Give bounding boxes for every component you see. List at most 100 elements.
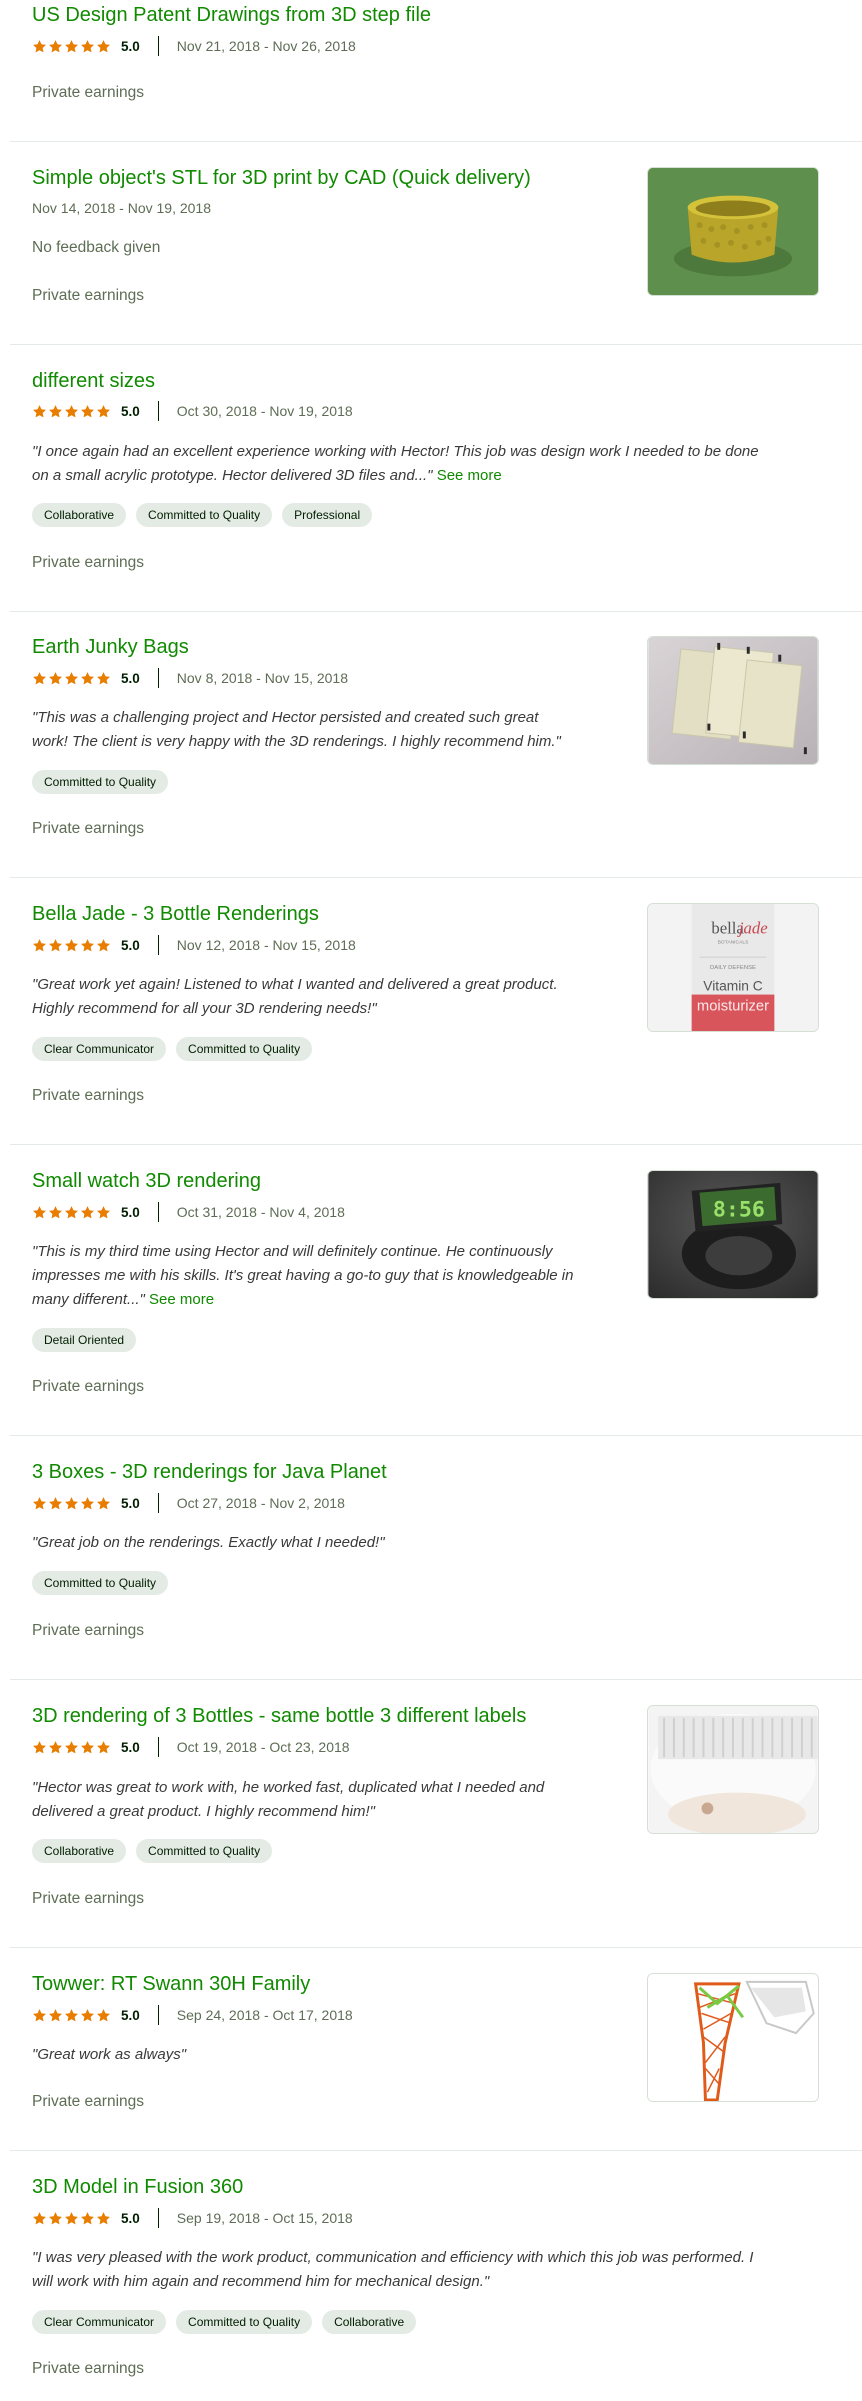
- star-rating: [32, 39, 111, 54]
- star-icon: [64, 1205, 79, 1220]
- skill-tag: Detail Oriented: [32, 1328, 137, 1352]
- skill-tag: Committed to Quality: [32, 770, 169, 794]
- skill-tags: Clear Communicator Committed to Quality: [32, 1037, 313, 1061]
- star-icon: [48, 39, 63, 54]
- bags-render-image: [648, 637, 818, 764]
- star-icon: [80, 938, 95, 953]
- feedback-line: "I was very pleased with the work produc…: [32, 2249, 754, 2266]
- skill-tag: Collaborative: [322, 2310, 417, 2334]
- rating-value: 5.0: [121, 1739, 140, 1755]
- feedback-line: "This is my third time using Hector and …: [32, 1243, 553, 1260]
- item-divider: [10, 141, 862, 142]
- skill-tags: Collaborative Committed to Quality: [32, 1839, 273, 1863]
- rating-value: 5.0: [121, 670, 140, 686]
- feedback-line: "Great work yet again! Listened to what …: [32, 976, 558, 993]
- job-dates: Nov 12, 2018 - Nov 15, 2018: [176, 937, 356, 953]
- job-dates: Oct 31, 2018 - Nov 4, 2018: [176, 1204, 345, 1220]
- meta-divider: [157, 36, 159, 56]
- work-history-list: US Design Patent Drawings from 3D step f…: [0, 0, 862, 2401]
- star-rating: [32, 404, 111, 419]
- job-title-link[interactable]: 3D rendering of 3 Bottles - same bottle …: [32, 1703, 526, 1729]
- project-thumbnail[interactable]: 8:56: [647, 1170, 819, 1299]
- job-dates: Nov 21, 2018 - Nov 26, 2018: [176, 38, 356, 54]
- project-thumbnail[interactable]: [647, 1705, 819, 1834]
- skill-tag: Committed to Quality: [176, 1037, 313, 1061]
- star-icon: [80, 2211, 95, 2226]
- job-title-link[interactable]: 3 Boxes - 3D renderings for Java Planet: [32, 1459, 387, 1485]
- job-title-link[interactable]: Bella Jade - 3 Bottle Renderings: [32, 901, 319, 927]
- rating-value: 5.0: [121, 38, 140, 54]
- rating-row: 5.0 Nov 12, 2018 - Nov 15, 2018: [32, 935, 356, 955]
- star-icon: [96, 404, 111, 419]
- thumb-brand-sub: BOTANICALS: [718, 939, 749, 945]
- meta-divider: [157, 401, 159, 421]
- skill-tags: Detail Oriented: [32, 1328, 137, 1352]
- star-icon: [96, 1740, 111, 1755]
- star-icon: [96, 938, 111, 953]
- item-divider: [10, 344, 862, 345]
- item-divider: [10, 1947, 862, 1948]
- thumb-brand-text: jade: [737, 919, 768, 938]
- rating-value: 5.0: [121, 2210, 140, 2226]
- job-title-link[interactable]: different sizes: [32, 368, 155, 394]
- item-divider: [10, 1435, 862, 1436]
- skill-tag: Committed to Quality: [136, 1839, 273, 1863]
- meta-divider: [157, 935, 159, 955]
- earnings-label: Private earnings: [32, 1087, 145, 1104]
- star-icon: [48, 1205, 63, 1220]
- job-title-link[interactable]: 3D Model in Fusion 360: [32, 2174, 243, 2200]
- see-more-link[interactable]: See more: [437, 467, 502, 484]
- star-rating: [32, 671, 111, 686]
- client-feedback: "Great job on the renderings. Exactly wh…: [32, 1531, 385, 1555]
- star-icon: [96, 671, 111, 686]
- star-rating: [32, 1496, 111, 1511]
- thumb-label-text: moisturizer: [697, 998, 769, 1014]
- star-icon: [80, 1496, 95, 1511]
- star-icon: [32, 1740, 47, 1755]
- earnings-label: Private earnings: [32, 84, 145, 101]
- star-rating: [32, 938, 111, 953]
- project-thumbnail[interactable]: [647, 1973, 819, 2102]
- job-title-link[interactable]: Simple object's STL for 3D print by CAD …: [32, 165, 531, 191]
- item-divider: [10, 611, 862, 612]
- rating-row: 5.0 Nov 8, 2018 - Nov 15, 2018: [32, 668, 348, 688]
- star-icon: [48, 938, 63, 953]
- skill-tag: Clear Communicator: [32, 2310, 167, 2334]
- star-icon: [32, 2008, 47, 2023]
- star-icon: [48, 671, 63, 686]
- rating-row: 5.0 Oct 31, 2018 - Nov 4, 2018: [32, 1202, 345, 1222]
- star-icon: [32, 671, 47, 686]
- printed-object-image: [648, 168, 818, 295]
- skill-tags: Collaborative Committed to Quality Profe…: [32, 503, 373, 527]
- meta-divider: [157, 668, 159, 688]
- job-title-link[interactable]: US Design Patent Drawings from 3D step f…: [32, 2, 431, 28]
- client-feedback: "I was very pleased with the work produc…: [32, 2246, 753, 2294]
- skill-tag: Clear Communicator: [32, 1037, 167, 1061]
- star-icon: [64, 404, 79, 419]
- client-feedback: "This was a challenging project and Hect…: [32, 706, 561, 754]
- job-dates: Oct 19, 2018 - Oct 23, 2018: [176, 1739, 350, 1755]
- star-icon: [80, 1205, 95, 1220]
- feedback-line: will work with him again and recommend h…: [32, 2273, 490, 2290]
- project-thumbnail[interactable]: [647, 636, 819, 765]
- job-title-link[interactable]: Small watch 3D rendering: [32, 1168, 261, 1194]
- star-icon: [96, 2008, 111, 2023]
- project-thumbnail[interactable]: [647, 167, 819, 296]
- client-feedback: "This is my third time using Hector and …: [32, 1240, 573, 1312]
- rating-value: 5.0: [121, 403, 140, 419]
- job-dates: Oct 27, 2018 - Nov 2, 2018: [176, 1495, 345, 1511]
- star-icon: [48, 2211, 63, 2226]
- feedback-line: many different...": [32, 1291, 145, 1308]
- feedback-line: "Great job on the renderings. Exactly wh…: [32, 1534, 385, 1551]
- star-icon: [32, 404, 47, 419]
- job-title-link[interactable]: Earth Junky Bags: [32, 634, 189, 660]
- earnings-label: Private earnings: [32, 2360, 145, 2377]
- project-thumbnail[interactable]: bella jade BOTANICALS DAILY DEFENSE Vita…: [647, 903, 819, 1032]
- star-icon: [64, 938, 79, 953]
- thumb-label-text: Vitamin C: [703, 979, 762, 994]
- client-feedback: "Great work as always": [32, 2043, 186, 2067]
- job-title-link[interactable]: Towwer: RT Swann 30H Family: [32, 1971, 310, 1997]
- see-more-link[interactable]: See more: [149, 1291, 214, 1308]
- watch-render-image: 8:56: [648, 1171, 818, 1298]
- tower-model-image: [648, 1974, 818, 2101]
